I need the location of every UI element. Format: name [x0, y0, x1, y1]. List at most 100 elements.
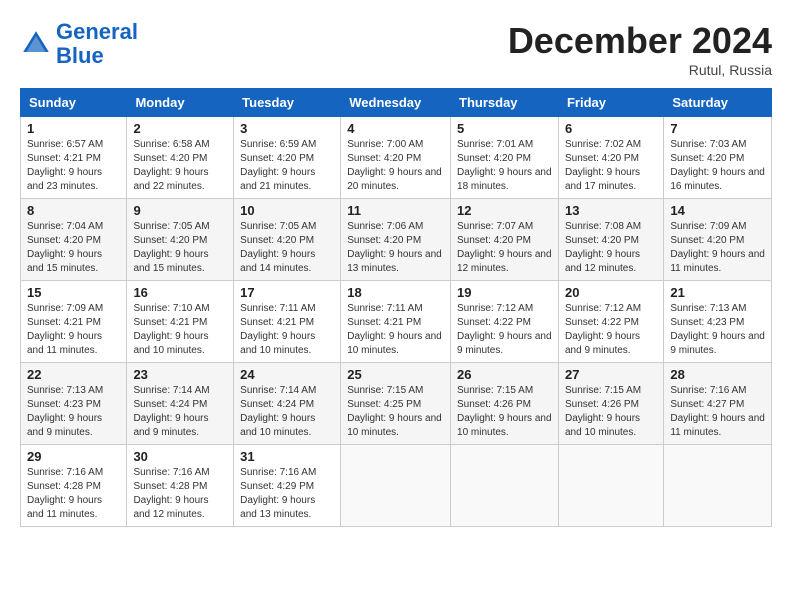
day-number: 13 — [565, 203, 657, 218]
calendar-cell: 21 Sunrise: 7:13 AMSunset: 4:23 PMDayligh… — [664, 281, 772, 363]
weekday-header-friday: Friday — [558, 89, 663, 117]
cell-content: Sunrise: 7:11 AMSunset: 4:21 PMDaylight:… — [347, 302, 444, 358]
day-number: 11 — [347, 203, 444, 218]
calendar-cell: 27 Sunrise: 7:15 AMSunset: 4:26 PMDayligh… — [558, 363, 663, 445]
cell-content: Sunrise: 7:08 AMSunset: 4:20 PMDaylight:… — [565, 220, 657, 276]
day-number: 21 — [670, 285, 765, 300]
cell-content: Sunrise: 7:14 AMSunset: 4:24 PMDaylight:… — [133, 384, 227, 440]
calendar-cell — [341, 445, 451, 527]
day-number: 23 — [133, 367, 227, 382]
weekday-header-saturday: Saturday — [664, 89, 772, 117]
calendar-table: SundayMondayTuesdayWednesdayThursdayFrid… — [20, 88, 772, 527]
calendar-cell: 5Sunrise: 7:01 AMSunset: 4:20 PMDaylight… — [451, 117, 559, 199]
calendar-cell: 19 Sunrise: 7:12 AMSunset: 4:22 PMDayligh… — [451, 281, 559, 363]
logo: General Blue — [20, 20, 138, 68]
logo-line1: General — [56, 19, 138, 44]
cell-content: Sunrise: 7:05 AMSunset: 4:20 PMDaylight:… — [240, 220, 334, 276]
day-number: 28 — [670, 367, 765, 382]
day-number: 1 — [27, 121, 120, 136]
calendar-cell — [451, 445, 559, 527]
calendar-cell: 8Sunrise: 7:04 AMSunset: 4:20 PMDaylight… — [21, 199, 127, 281]
day-number: 30 — [133, 449, 227, 464]
day-number: 4 — [347, 121, 444, 136]
calendar-cell: 24Sunrise: 7:14 AMSunset: 4:24 PMDayligh… — [234, 363, 341, 445]
calendar-cell: 13 Sunrise: 7:08 AMSunset: 4:20 PMDayligh… — [558, 199, 663, 281]
weekday-header-row: SundayMondayTuesdayWednesdayThursdayFrid… — [21, 89, 772, 117]
logo-line2: Blue — [56, 43, 104, 68]
calendar-cell: 20 Sunrise: 7:12 AMSunset: 4:22 PMDayligh… — [558, 281, 663, 363]
calendar-cell: 26 Sunrise: 7:15 AMSunset: 4:26 PMDayligh… — [451, 363, 559, 445]
location: Rutul, Russia — [508, 62, 772, 78]
cell-content: Sunrise: 7:11 AMSunset: 4:21 PMDaylight:… — [240, 302, 334, 358]
calendar-cell: 3Sunrise: 6:59 AMSunset: 4:20 PMDaylight… — [234, 117, 341, 199]
weekday-header-monday: Monday — [127, 89, 234, 117]
calendar-week-row: 29 Sunrise: 7:16 AMSunset: 4:28 PMDayligh… — [21, 445, 772, 527]
calendar-cell: 25 Sunrise: 7:15 AMSunset: 4:25 PMDayligh… — [341, 363, 451, 445]
logo-text: General Blue — [56, 20, 138, 68]
calendar-cell: 31 Sunrise: 7:16 AMSunset: 4:29 PMDayligh… — [234, 445, 341, 527]
calendar-cell: 12 Sunrise: 7:07 AMSunset: 4:20 PMDayligh… — [451, 199, 559, 281]
calendar-cell: 11Sunrise: 7:06 AMSunset: 4:20 PMDayligh… — [341, 199, 451, 281]
cell-content: Sunrise: 6:59 AMSunset: 4:20 PMDaylight:… — [240, 138, 334, 194]
calendar-cell — [664, 445, 772, 527]
calendar-cell: 7Sunrise: 7:03 AMSunset: 4:20 PMDaylight… — [664, 117, 772, 199]
cell-content: Sunrise: 7:15 AMSunset: 4:25 PMDaylight:… — [347, 384, 444, 440]
cell-content: Sunrise: 7:13 AMSunset: 4:23 PMDaylight:… — [27, 384, 120, 440]
day-number: 2 — [133, 121, 227, 136]
weekday-header-thursday: Thursday — [451, 89, 559, 117]
cell-content: Sunrise: 7:16 AMSunset: 4:28 PMDaylight:… — [27, 466, 120, 522]
calendar-cell: 29 Sunrise: 7:16 AMSunset: 4:28 PMDayligh… — [21, 445, 127, 527]
calendar-week-row: 8Sunrise: 7:04 AMSunset: 4:20 PMDaylight… — [21, 199, 772, 281]
page-header: General Blue December 2024 Rutul, Russia — [20, 20, 772, 78]
cell-content: Sunrise: 7:16 AMSunset: 4:27 PMDaylight:… — [670, 384, 765, 440]
cell-content: Sunrise: 7:16 AMSunset: 4:28 PMDaylight:… — [133, 466, 227, 522]
calendar-cell: 4 Sunrise: 7:00 AMSunset: 4:20 PMDaylight… — [341, 117, 451, 199]
weekday-header-wednesday: Wednesday — [341, 89, 451, 117]
day-number: 16 — [133, 285, 227, 300]
day-number: 7 — [670, 121, 765, 136]
calendar-week-row: 1Sunrise: 6:57 AMSunset: 4:21 PMDaylight… — [21, 117, 772, 199]
calendar-cell: 28 Sunrise: 7:16 AMSunset: 4:27 PMDayligh… — [664, 363, 772, 445]
cell-content: Sunrise: 7:13 AMSunset: 4:23 PMDaylight:… — [670, 302, 765, 358]
calendar-cell: 14Sunrise: 7:09 AMSunset: 4:20 PMDayligh… — [664, 199, 772, 281]
day-number: 12 — [457, 203, 552, 218]
day-number: 26 — [457, 367, 552, 382]
cell-content: Sunrise: 7:05 AMSunset: 4:20 PMDaylight:… — [133, 220, 227, 276]
calendar-cell: 9 Sunrise: 7:05 AMSunset: 4:20 PMDaylight… — [127, 199, 234, 281]
cell-content: Sunrise: 7:07 AMSunset: 4:20 PMDaylight:… — [457, 220, 552, 276]
cell-content: Sunrise: 6:58 AMSunset: 4:20 PMDaylight:… — [133, 138, 227, 194]
calendar-cell: 1Sunrise: 6:57 AMSunset: 4:21 PMDaylight… — [21, 117, 127, 199]
cell-content: Sunrise: 7:09 AMSunset: 4:20 PMDaylight:… — [670, 220, 765, 276]
cell-content: Sunrise: 7:02 AMSunset: 4:20 PMDaylight:… — [565, 138, 657, 194]
day-number: 5 — [457, 121, 552, 136]
day-number: 6 — [565, 121, 657, 136]
calendar-cell: 17Sunrise: 7:11 AMSunset: 4:21 PMDayligh… — [234, 281, 341, 363]
day-number: 31 — [240, 449, 334, 464]
cell-content: Sunrise: 7:15 AMSunset: 4:26 PMDaylight:… — [457, 384, 552, 440]
cell-content: Sunrise: 7:16 AMSunset: 4:29 PMDaylight:… — [240, 466, 334, 522]
day-number: 18 — [347, 285, 444, 300]
day-number: 25 — [347, 367, 444, 382]
calendar-cell: 2 Sunrise: 6:58 AMSunset: 4:20 PMDaylight… — [127, 117, 234, 199]
cell-content: Sunrise: 7:12 AMSunset: 4:22 PMDaylight:… — [457, 302, 552, 358]
cell-content: Sunrise: 7:12 AMSunset: 4:22 PMDaylight:… — [565, 302, 657, 358]
day-number: 9 — [133, 203, 227, 218]
calendar-cell: 18 Sunrise: 7:11 AMSunset: 4:21 PMDayligh… — [341, 281, 451, 363]
day-number: 22 — [27, 367, 120, 382]
day-number: 29 — [27, 449, 120, 464]
calendar-cell: 22 Sunrise: 7:13 AMSunset: 4:23 PMDayligh… — [21, 363, 127, 445]
day-number: 24 — [240, 367, 334, 382]
calendar-cell: 16Sunrise: 7:10 AMSunset: 4:21 PMDayligh… — [127, 281, 234, 363]
calendar-cell: 30 Sunrise: 7:16 AMSunset: 4:28 PMDayligh… — [127, 445, 234, 527]
day-number: 19 — [457, 285, 552, 300]
calendar-cell: 23 Sunrise: 7:14 AMSunset: 4:24 PMDayligh… — [127, 363, 234, 445]
calendar-cell: 15 Sunrise: 7:09 AMSunset: 4:21 PMDayligh… — [21, 281, 127, 363]
cell-content: Sunrise: 7:15 AMSunset: 4:26 PMDaylight:… — [565, 384, 657, 440]
cell-content: Sunrise: 7:04 AMSunset: 4:20 PMDaylight:… — [27, 220, 120, 276]
day-number: 27 — [565, 367, 657, 382]
day-number: 20 — [565, 285, 657, 300]
day-number: 15 — [27, 285, 120, 300]
calendar-week-row: 22 Sunrise: 7:13 AMSunset: 4:23 PMDayligh… — [21, 363, 772, 445]
cell-content: Sunrise: 7:09 AMSunset: 4:21 PMDaylight:… — [27, 302, 120, 358]
cell-content: Sunrise: 7:00 AMSunset: 4:20 PMDaylight:… — [347, 138, 444, 194]
